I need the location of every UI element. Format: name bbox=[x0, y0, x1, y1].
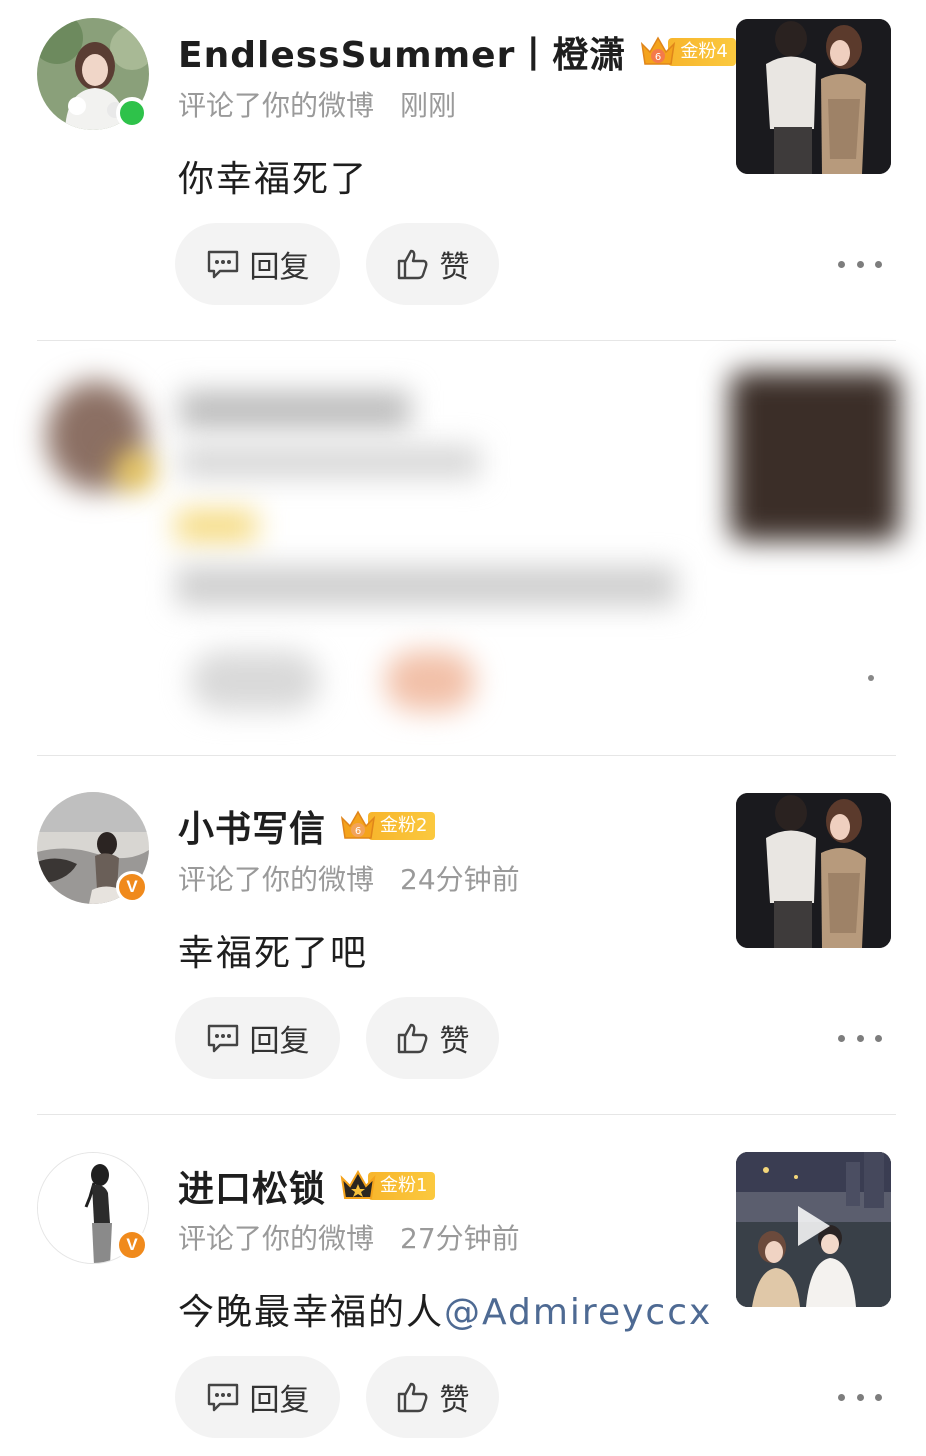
username[interactable]: 进口松锁 bbox=[178, 1160, 326, 1212]
like-button[interactable]: 赞 bbox=[366, 223, 499, 305]
like-button[interactable]: 赞 bbox=[366, 1356, 499, 1438]
online-status-icon bbox=[116, 97, 148, 129]
blurred-text bbox=[176, 566, 676, 606]
blurred-meta bbox=[180, 446, 480, 478]
play-icon bbox=[798, 1206, 830, 1246]
post-thumbnail[interactable] bbox=[736, 793, 891, 948]
crown-icon: 6 bbox=[340, 810, 376, 839]
more-options-button[interactable] bbox=[838, 1387, 882, 1407]
thumbs-up-icon bbox=[397, 249, 427, 280]
more-options-button[interactable] bbox=[838, 1028, 882, 1048]
fan-badge: 6 金粉4 bbox=[638, 36, 736, 67]
fan-badge: 金粉1 bbox=[338, 1169, 436, 1201]
username[interactable]: 小书写信 bbox=[178, 800, 326, 852]
comment-text[interactable]: 幸福死了吧 bbox=[178, 924, 368, 976]
verified-v-icon: V bbox=[116, 1229, 148, 1261]
reply-label: 回复 bbox=[249, 1024, 310, 1059]
comment-text[interactable]: 今晚最幸福的人@Admireyccx bbox=[178, 1283, 712, 1335]
comment-body: 今晚最幸福的人 bbox=[178, 1292, 445, 1333]
timestamp: 24分钟前 bbox=[400, 863, 520, 896]
comment-body: 幸福死了吧 bbox=[178, 933, 369, 974]
comment-icon bbox=[207, 250, 238, 279]
notification-item[interactable]: V 进口松锁 金粉1 评论了你的微博 27分钟前 今晚最幸福的人@Admirey… bbox=[0, 1115, 926, 1456]
comment-body: 你幸福死了 bbox=[178, 159, 369, 200]
crown-icon bbox=[340, 1169, 376, 1199]
blurred-badge bbox=[115, 451, 155, 491]
comment-text[interactable]: 你幸福死了 bbox=[178, 150, 368, 202]
fan-level-label: 金粉2 bbox=[368, 812, 436, 840]
thumbs-up-icon bbox=[397, 1382, 427, 1413]
username[interactable]: EndlessSummer丨橙潇 bbox=[178, 26, 626, 78]
reply-label: 回复 bbox=[249, 1383, 310, 1418]
blurred-dot bbox=[868, 675, 874, 681]
thumbs-up-icon bbox=[397, 1023, 427, 1054]
like-label: 赞 bbox=[439, 1024, 470, 1059]
like-button[interactable]: 赞 bbox=[366, 997, 499, 1079]
blurred-thumbnail bbox=[730, 371, 900, 541]
post-thumbnail[interactable] bbox=[736, 19, 891, 174]
notification-item-blurred bbox=[0, 341, 926, 755]
comment-icon bbox=[207, 1024, 238, 1053]
like-label: 赞 bbox=[439, 250, 470, 285]
notification-item[interactable]: EndlessSummer丨橙潇 6 金粉4 评论了你的微博 刚刚 你幸福死了 bbox=[0, 0, 926, 340]
reply-button[interactable]: 回复 bbox=[175, 1356, 340, 1438]
more-options-button[interactable] bbox=[838, 254, 882, 274]
notification-feed: EndlessSummer丨橙潇 6 金粉4 评论了你的微博 刚刚 你幸福死了 bbox=[0, 0, 926, 1456]
fan-level-label: 金粉4 bbox=[668, 38, 736, 66]
crown-level: 6 bbox=[655, 52, 661, 63]
video-thumbnail[interactable] bbox=[736, 1152, 891, 1307]
blurred-tag bbox=[176, 511, 256, 541]
comment-icon bbox=[207, 1383, 238, 1412]
blurred-like-pill bbox=[385, 651, 475, 711]
mention-link[interactable]: @Admireyccx bbox=[444, 1292, 712, 1333]
action-text: 评论了你的微博 bbox=[178, 1222, 375, 1255]
fan-level-label: 金粉1 bbox=[368, 1172, 436, 1200]
timestamp: 刚刚 bbox=[400, 89, 457, 122]
reply-button[interactable]: 回复 bbox=[175, 997, 340, 1079]
action-text: 评论了你的微博 bbox=[178, 863, 375, 896]
verified-v-icon: V bbox=[116, 871, 148, 903]
blurred-name bbox=[180, 391, 410, 429]
fan-badge: 6 金粉2 bbox=[338, 810, 436, 841]
reply-button[interactable]: 回复 bbox=[175, 223, 340, 305]
crown-icon: 6 bbox=[641, 36, 676, 65]
action-text: 评论了你的微博 bbox=[178, 89, 375, 122]
blurred-reply-pill bbox=[190, 651, 320, 711]
reply-label: 回复 bbox=[249, 250, 310, 285]
like-label: 赞 bbox=[439, 1383, 470, 1418]
crown-level: 6 bbox=[355, 826, 361, 837]
notification-item[interactable]: V 小书写信 6 金粉2 评论了你的微博 24分钟前 幸福死了吧 回复 赞 bbox=[0, 756, 926, 1114]
timestamp: 27分钟前 bbox=[400, 1222, 520, 1255]
